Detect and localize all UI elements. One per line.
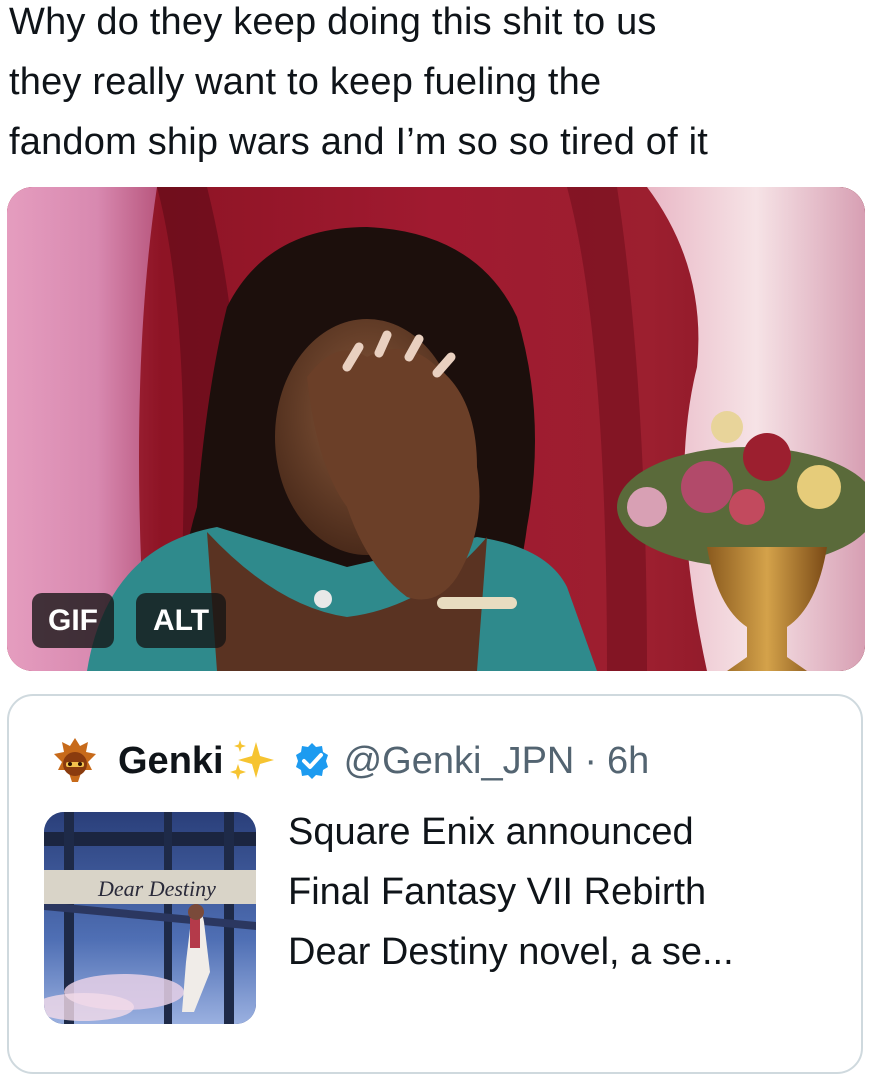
avatar[interactable] [50,736,100,786]
quoted-text-line-1: Square Enix announced [288,811,694,853]
gif-badge: GIF [32,593,114,648]
cover-title: Dear Destiny [97,876,216,901]
sparkles-icon [229,740,274,780]
tweet-text-line-2: they really want to keep fueling the [9,61,602,103]
tweet-text: Why do they keep doing this shit to us t… [9,0,865,172]
separator-dot: · [584,739,598,782]
quoted-tweet-text: Square Enix announced Final Fantasy VII … [288,802,848,982]
tweet-text-line-3: fandom ship wars and I’m so so tired of … [9,121,709,163]
verified-badge-icon [295,743,328,779]
novel-cover-image: Dear Destiny [44,812,256,1024]
quoted-author-name[interactable]: Genki [118,740,224,783]
quoted-thumbnail[interactable]: Dear Destiny [44,812,256,1024]
quoted-text-line-3: Dear Destiny novel, a se... [288,931,734,973]
quoted-author-handle[interactable]: @Genki_JPN [344,740,575,783]
quoted-text-line-2: Final Fantasy VII Rebirth [288,871,707,913]
quoted-timestamp[interactable]: 6h [607,740,649,783]
alt-text-button[interactable]: ALT [136,593,226,648]
tweet-text-line-1: Why do they keep doing this shit to us [9,1,657,43]
quoted-tweet-header: Genki @Genki_JPN · 6h [118,728,649,794]
